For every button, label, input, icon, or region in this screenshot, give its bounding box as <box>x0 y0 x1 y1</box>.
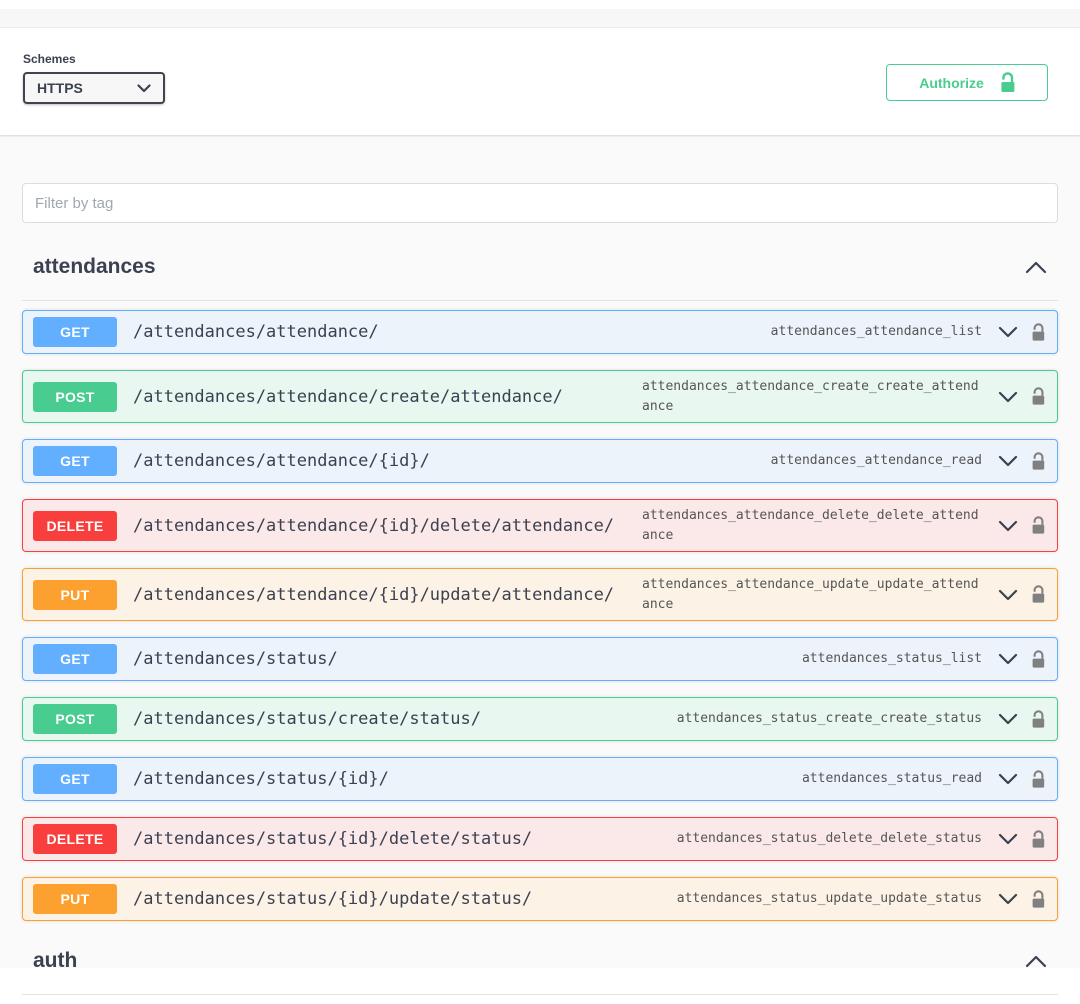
operations-panel: attendances GET /attendances/attendance/… <box>0 135 1080 968</box>
chevron-down-icon[interactable] <box>998 391 1018 403</box>
operation-row[interactable]: GET /attendances/attendance/ attendances… <box>22 310 1058 354</box>
method-badge: POST <box>33 382 117 412</box>
top-strip <box>0 0 1080 9</box>
operation-path: /attendances/attendance/create/attendanc… <box>133 387 563 407</box>
method-badge: PUT <box>33 884 117 914</box>
operation-path: /attendances/status/{id}/ <box>133 769 389 789</box>
operations-list: GET /attendances/attendance/ attendances… <box>0 301 1080 921</box>
operation-row[interactable]: GET /attendances/status/{id}/ attendance… <box>22 757 1058 801</box>
operation-row[interactable]: PUT /attendances/status/{id}/update/stat… <box>22 877 1058 921</box>
operation-row[interactable]: POST /attendances/attendance/create/atte… <box>22 370 1058 423</box>
unlocked-padlock-icon[interactable] <box>1030 890 1045 909</box>
operations-list <box>0 995 1080 1004</box>
chevron-down-icon[interactable] <box>998 520 1018 532</box>
sections: attendances GET /attendances/attendance/… <box>0 243 1080 1004</box>
unlocked-padlock-icon[interactable] <box>1030 323 1045 342</box>
chevron-down-icon[interactable] <box>998 589 1018 601</box>
operation-id: attendances_status_read <box>802 769 982 789</box>
operation-path: /attendances/attendance/{id}/ <box>133 451 430 471</box>
operation-id: attendances_status_list <box>802 649 982 669</box>
method-badge: PUT <box>33 580 117 610</box>
chevron-down-icon <box>137 84 151 93</box>
scheme-select[interactable]: HTTPS <box>23 72 165 104</box>
operation-path: /attendances/status/{id}/update/status/ <box>133 889 532 909</box>
page-background-band <box>0 9 1080 28</box>
operation-path: /attendances/attendance/{id}/delete/atte… <box>133 516 614 536</box>
chevron-down-icon[interactable] <box>998 326 1018 338</box>
method-badge: GET <box>33 317 117 347</box>
operation-id: attendances_status_create_create_status <box>677 709 982 729</box>
method-badge: DELETE <box>33 511 117 541</box>
method-badge: GET <box>33 644 117 674</box>
operation-path: /attendances/status/ <box>133 649 338 669</box>
operation-id: attendances_attendance_update_update_att… <box>642 575 982 614</box>
operation-row[interactable]: DELETE /attendances/status/{id}/delete/s… <box>22 817 1058 861</box>
unlocked-padlock-icon[interactable] <box>1030 710 1045 729</box>
authorize-button[interactable]: Authorize <box>886 64 1048 101</box>
operation-row[interactable]: POST /attendances/status/create/status/ … <box>22 697 1058 741</box>
tag-section: auth <box>0 937 1080 1004</box>
method-badge: GET <box>33 446 117 476</box>
operation-id: attendances_attendance_create_create_att… <box>642 377 982 416</box>
chevron-down-icon[interactable] <box>998 455 1018 467</box>
tag-section-title: auth <box>33 949 77 973</box>
chevron-up-icon[interactable] <box>1025 261 1047 274</box>
operation-row[interactable]: GET /attendances/attendance/{id}/ attend… <box>22 439 1058 483</box>
operation-id: attendances_attendance_read <box>771 451 982 471</box>
operation-path: /attendances/status/create/status/ <box>133 709 481 729</box>
tag-section-header[interactable]: auth <box>22 937 1058 994</box>
scheme-selected-value: HTTPS <box>37 80 83 96</box>
method-badge: DELETE <box>33 824 117 854</box>
unlocked-padlock-icon[interactable] <box>1030 387 1045 406</box>
unlocked-padlock-icon[interactable] <box>1030 452 1045 471</box>
chevron-down-icon[interactable] <box>998 653 1018 665</box>
operation-id: attendances_status_update_update_status <box>677 889 982 909</box>
operation-row[interactable]: DELETE /attendances/attendance/{id}/dele… <box>22 499 1058 552</box>
chevron-down-icon[interactable] <box>998 773 1018 785</box>
operation-row[interactable]: GET /attendances/status/ attendances_sta… <box>22 637 1058 681</box>
unlocked-padlock-icon[interactable] <box>1030 770 1045 789</box>
operation-path: /attendances/status/{id}/delete/status/ <box>133 829 532 849</box>
chevron-down-icon[interactable] <box>998 713 1018 725</box>
method-badge: POST <box>33 704 117 734</box>
operation-id: attendances_attendance_delete_delete_att… <box>642 506 982 545</box>
unlocked-padlock-icon[interactable] <box>1030 830 1045 849</box>
unlocked-padlock-icon[interactable] <box>1030 585 1045 604</box>
chevron-up-icon[interactable] <box>1025 955 1047 968</box>
authorize-label: Authorize <box>919 75 984 91</box>
method-badge: GET <box>33 764 117 794</box>
operation-id: attendances_status_delete_delete_status <box>677 829 982 849</box>
tag-section: attendances GET /attendances/attendance/… <box>0 243 1080 921</box>
operation-id: attendances_attendance_list <box>771 322 982 342</box>
tag-section-title: attendances <box>33 255 156 279</box>
unlocked-padlock-icon <box>998 72 1015 93</box>
chevron-down-icon[interactable] <box>998 893 1018 905</box>
operation-row[interactable]: PUT /attendances/attendance/{id}/update/… <box>22 568 1058 621</box>
tag-section-header[interactable]: attendances <box>22 243 1058 300</box>
chevron-down-icon[interactable] <box>998 833 1018 845</box>
operation-path: /attendances/attendance/ <box>133 322 379 342</box>
filter-by-tag-input[interactable] <box>22 183 1058 223</box>
unlocked-padlock-icon[interactable] <box>1030 516 1045 535</box>
operation-path: /attendances/attendance/{id}/update/atte… <box>133 585 614 605</box>
scheme-container: Schemes HTTPS Authorize <box>0 28 1080 135</box>
unlocked-padlock-icon[interactable] <box>1030 650 1045 669</box>
